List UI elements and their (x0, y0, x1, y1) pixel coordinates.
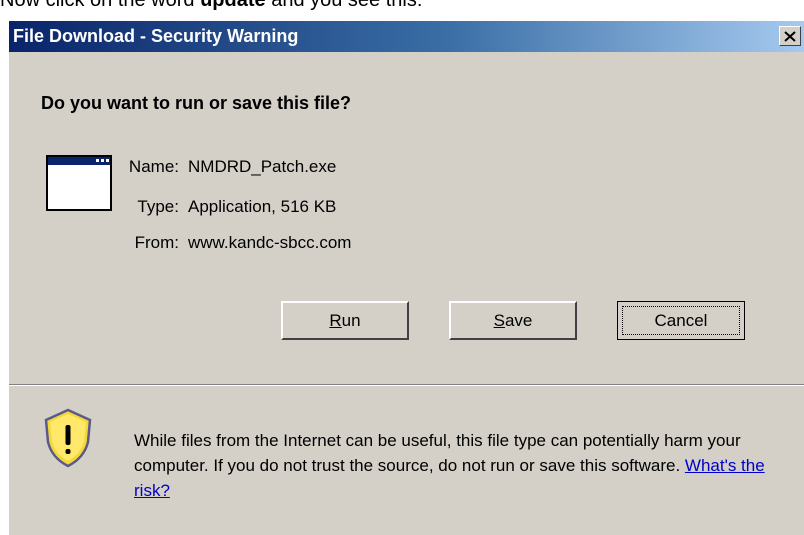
type-label: Type: (137, 197, 179, 216)
save-label: Save (493, 310, 533, 330)
cancel-focus-rect: Cancel (622, 306, 740, 335)
type-value: Application, 516 KB (188, 197, 337, 216)
dialog-title: File Download - Security Warning (13, 26, 299, 46)
file-download-dialog: File Download - Security Warning Do you … (8, 20, 804, 535)
shield-warning-icon (44, 408, 92, 468)
type-field: Type: Application, 516 KB (107, 197, 336, 217)
divider-highlight (9, 385, 804, 386)
from-field: From: www.kandc-sbcc.com (107, 233, 352, 253)
dialog-question: Do you want to run or save this file? (41, 93, 352, 113)
instruction-caption: Now click on the word update and you see… (0, 0, 422, 12)
caption-text-after: and you see this: (265, 0, 423, 11)
cancel-button[interactable]: Cancel (617, 301, 745, 340)
run-label: Run (329, 310, 361, 330)
from-value: www.kandc-sbcc.com (188, 233, 352, 252)
name-value: NMDRD_Patch.exe (188, 157, 337, 176)
close-button[interactable] (779, 26, 801, 46)
cancel-label: Cancel (654, 310, 708, 330)
application-window-icon (46, 155, 112, 211)
from-label: From: (134, 233, 179, 252)
name-label: Name: (128, 157, 179, 176)
dialog-titlebar[interactable]: File Download - Security Warning (9, 21, 804, 52)
run-button[interactable]: Run (281, 301, 409, 340)
save-button[interactable]: Save (449, 301, 577, 340)
name-field: Name: NMDRD_Patch.exe (107, 157, 336, 177)
caption-text-before: Now click on the word (0, 0, 201, 11)
close-icon (784, 30, 796, 42)
security-warning-text: While files from the Internet can be use… (134, 428, 794, 503)
warning-message: While files from the Internet can be use… (134, 431, 741, 475)
caption-bold-word: update (200, 0, 266, 11)
